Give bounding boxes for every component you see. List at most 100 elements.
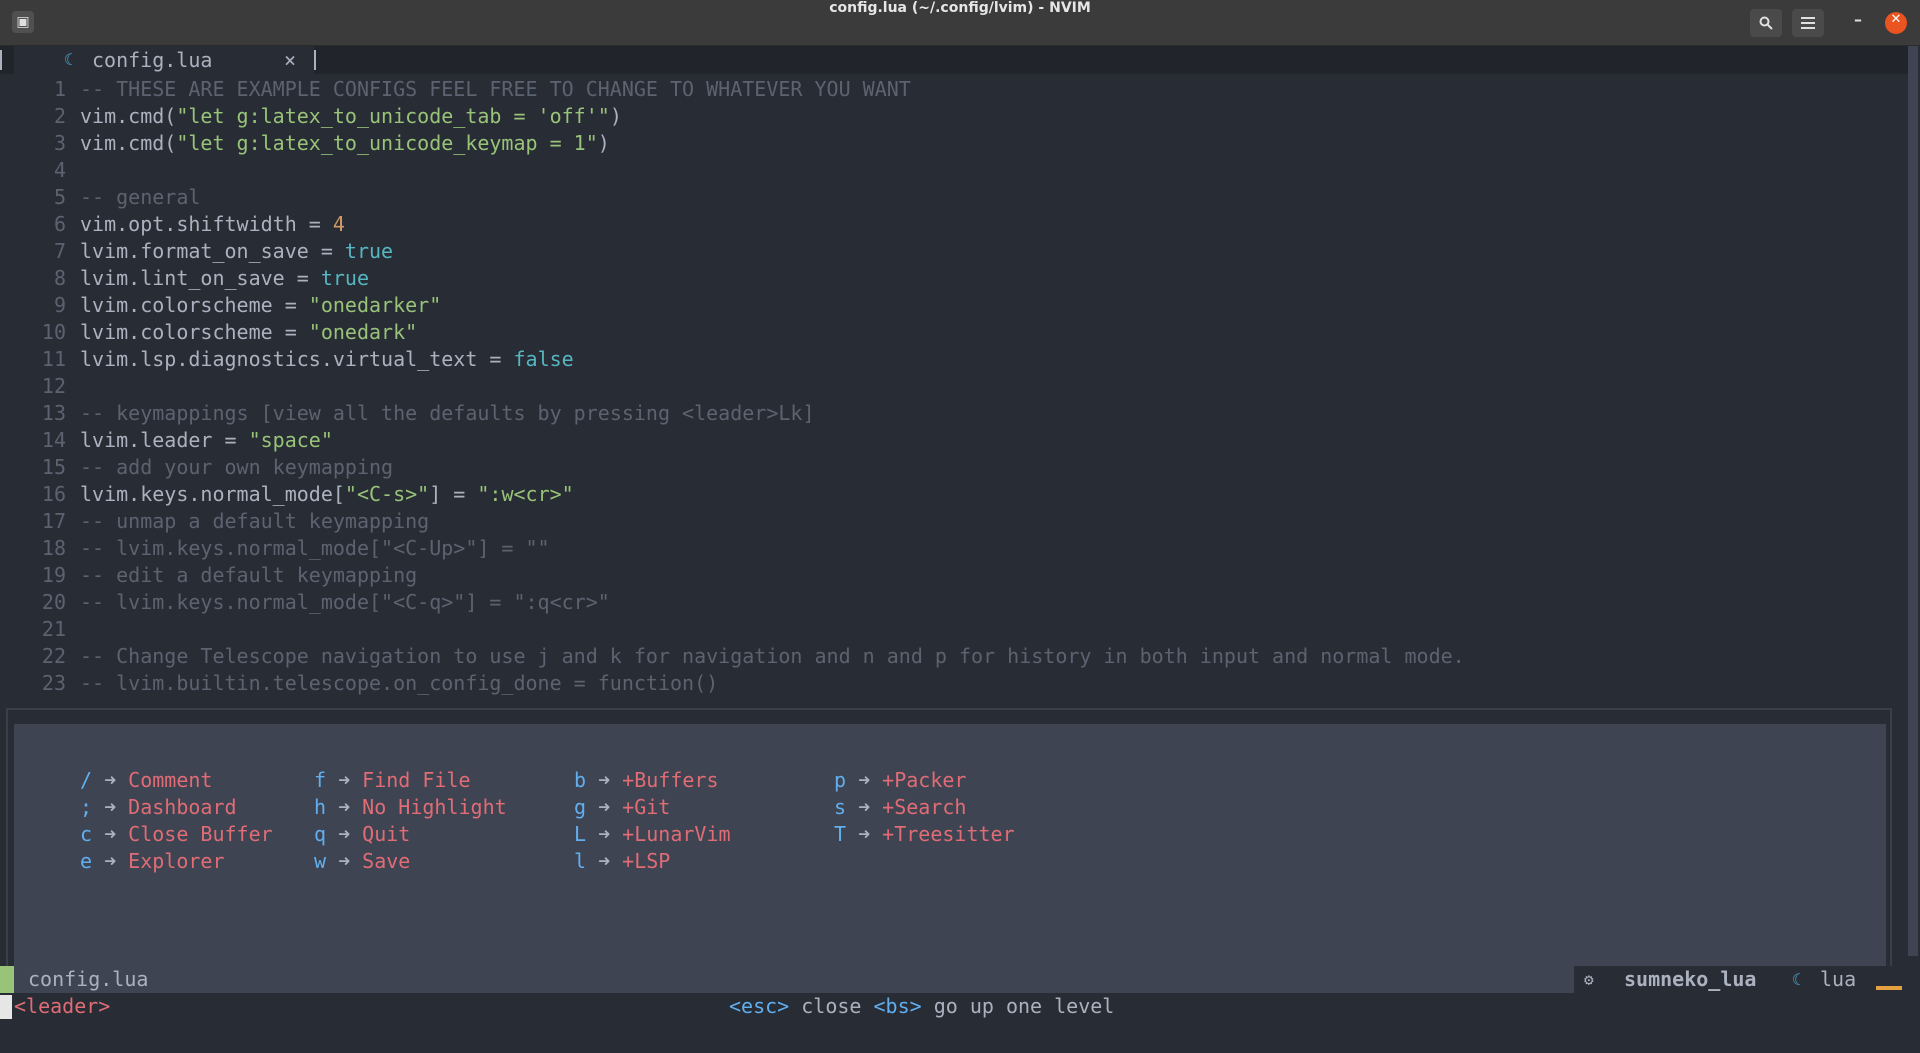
- window-title: config.lua (~/.config/lvim) - NVIM: [829, 0, 1091, 16]
- line-number: 7: [53, 239, 66, 263]
- code-line[interactable]: 10 lvim.colorscheme = "onedark": [0, 319, 1900, 346]
- tab-close-icon[interactable]: ×: [284, 46, 296, 74]
- arrow-icon: ➜: [92, 849, 129, 873]
- code-line[interactable]: 14 lvim.leader = "space": [0, 427, 1900, 454]
- minimize-button[interactable]: –: [1846, 10, 1870, 34]
- arrow-icon: ➜: [326, 849, 363, 873]
- statusline-filename: config.lua: [28, 967, 149, 991]
- which-key-key: f: [314, 768, 327, 792]
- search-button[interactable]: [1750, 9, 1782, 37]
- which-key-key: w: [314, 849, 327, 873]
- line-number: 19: [41, 563, 66, 587]
- code-line[interactable]: 19 -- edit a default keymapping: [0, 562, 1900, 589]
- which-key-key: ;: [80, 795, 93, 819]
- line-number: 8: [53, 266, 66, 290]
- code-line[interactable]: 23 -- lvim.builtin.telescope.on_config_do…: [0, 670, 1900, 697]
- scrollbar[interactable]: [1908, 46, 1918, 956]
- tab-label: config.lua: [92, 48, 213, 72]
- line-text: lvim.lsp.diagnostics.virtual_text = fals…: [80, 347, 574, 371]
- which-key-key: /: [80, 768, 93, 792]
- mode-indicator: [0, 966, 14, 993]
- code-line[interactable]: 13 -- keymappings [view all the defaults …: [0, 400, 1900, 427]
- which-key-item[interactable]: c ➜ Close Buffer: [80, 821, 273, 848]
- which-key-key: e: [80, 849, 93, 873]
- line-number: 18: [41, 536, 66, 560]
- which-key-item[interactable]: L ➜ +LunarVim: [574, 821, 731, 848]
- code-line[interactable]: 4: [0, 157, 1900, 184]
- code-line[interactable]: 22 -- Change Telescope navigation to use …: [0, 643, 1900, 670]
- code-line[interactable]: 5 -- general: [0, 184, 1900, 211]
- which-key-item[interactable]: s ➜ +Search: [834, 794, 966, 821]
- arrow-icon: ➜: [326, 822, 363, 846]
- which-key-item[interactable]: f ➜ Find File: [314, 767, 471, 794]
- which-key-item[interactable]: l ➜ +LSP: [574, 848, 670, 875]
- code-line[interactable]: 20 -- lvim.keys.normal_mode["<C-q>"] = ":…: [0, 589, 1900, 616]
- code-line[interactable]: 18 -- lvim.keys.normal_mode["<C-Up>"] = "…: [0, 535, 1900, 562]
- code-line[interactable]: 11 lvim.lsp.diagnostics.virtual_text = fa…: [0, 346, 1900, 373]
- line-text: -- unmap a default keymapping: [80, 509, 430, 533]
- which-key-label: Dashboard: [128, 795, 237, 819]
- window-titlebar: ▣ config.lua (~/.config/lvim) - NVIM – ✕: [0, 0, 1920, 46]
- nvim-editor[interactable]: ☾ config.lua × 1 -- THESE ARE EXAMPLE CON…: [0, 46, 1920, 1053]
- code-line[interactable]: 7 lvim.format_on_save = true: [0, 238, 1900, 265]
- statusline-file-section: [14, 966, 1574, 993]
- arrow-icon: ➜: [92, 795, 129, 819]
- line-text: -- lvim.keys.normal_mode["<C-q>"] = ":q<…: [80, 590, 610, 614]
- code-line[interactable]: 16 lvim.keys.normal_mode["<C-s>"] = ":w<c…: [0, 481, 1900, 508]
- line-number: 17: [41, 509, 66, 533]
- code-line[interactable]: 8 lvim.lint_on_save = true: [0, 265, 1900, 292]
- which-key-hint: <esc> close <bs> go up one level: [729, 993, 1114, 1020]
- code-line[interactable]: 6 vim.opt.shiftwidth = 4: [0, 211, 1900, 238]
- which-key-key: b: [574, 768, 587, 792]
- tab-config-lua[interactable]: ☾ config.lua ×: [0, 46, 316, 74]
- which-key-label: +LSP: [622, 849, 671, 873]
- code-buffer[interactable]: 1 -- THESE ARE EXAMPLE CONFIGS FEEL FREE …: [0, 76, 1900, 697]
- code-line[interactable]: 15 -- add your own keymapping: [0, 454, 1900, 481]
- line-number: 6: [53, 212, 66, 236]
- which-key-label: +LunarVim: [622, 822, 731, 846]
- code-line[interactable]: 3 vim.cmd("let g:latex_to_unicode_keymap …: [0, 130, 1900, 157]
- which-key-label: +Packer: [882, 768, 967, 792]
- which-key-item[interactable]: ; ➜ Dashboard: [80, 794, 237, 821]
- esc-action-text: close: [789, 994, 874, 1018]
- code-line[interactable]: 9 lvim.colorscheme = "onedarker": [0, 292, 1900, 319]
- arrow-icon: ➜: [586, 795, 623, 819]
- which-key-item[interactable]: w ➜ Save: [314, 848, 410, 875]
- code-line[interactable]: 21: [0, 616, 1900, 643]
- line-text: lvim.colorscheme = "onedarker": [80, 293, 442, 317]
- which-key-item[interactable]: e ➜ Explorer: [80, 848, 225, 875]
- line-number: 10: [41, 320, 66, 344]
- which-key-label: Find File: [362, 768, 471, 792]
- menu-button[interactable]: [1792, 9, 1824, 37]
- arrow-icon: ➜: [586, 849, 623, 873]
- line-number: 5: [53, 185, 66, 209]
- line-text: vim.opt.shiftwidth = 4: [80, 212, 345, 236]
- which-key-key: h: [314, 795, 327, 819]
- command-line[interactable]: <leader> <esc> close <bs> go up one leve…: [0, 993, 1920, 1020]
- which-key-item[interactable]: T ➜ +Treesitter: [834, 821, 1015, 848]
- which-key-key: c: [80, 822, 93, 846]
- line-text: -- edit a default keymapping: [80, 563, 418, 587]
- which-key-item[interactable]: h ➜ No Highlight: [314, 794, 507, 821]
- lua-file-icon: ☾: [64, 50, 74, 69]
- line-number: 12: [41, 374, 66, 398]
- code-line[interactable]: 2 vim.cmd("let g:latex_to_unicode_tab = '…: [0, 103, 1900, 130]
- which-key-item[interactable]: b ➜ +Buffers: [574, 767, 719, 794]
- which-key-key: L: [574, 822, 587, 846]
- code-line[interactable]: 17 -- unmap a default keymapping: [0, 508, 1900, 535]
- tab-separator: [314, 50, 316, 70]
- close-window-button[interactable]: ✕: [1885, 12, 1907, 34]
- which-key-label: +Search: [882, 795, 967, 819]
- line-text: -- add your own keymapping: [80, 455, 394, 479]
- which-key-key: p: [834, 768, 847, 792]
- which-key-item[interactable]: g ➜ +Git: [574, 794, 670, 821]
- code-line[interactable]: 1 -- THESE ARE EXAMPLE CONFIGS FEEL FREE …: [0, 76, 1900, 103]
- line-number: 22: [41, 644, 66, 668]
- bs-key-hint: <bs>: [873, 994, 922, 1018]
- which-key-item[interactable]: p ➜ +Packer: [834, 767, 966, 794]
- line-text: lvim.colorscheme = "onedark": [80, 320, 418, 344]
- lsp-icon: ⚙: [1584, 970, 1594, 989]
- which-key-item[interactable]: / ➜ Comment: [80, 767, 212, 794]
- which-key-item[interactable]: q ➜ Quit: [314, 821, 410, 848]
- code-line[interactable]: 12: [0, 373, 1900, 400]
